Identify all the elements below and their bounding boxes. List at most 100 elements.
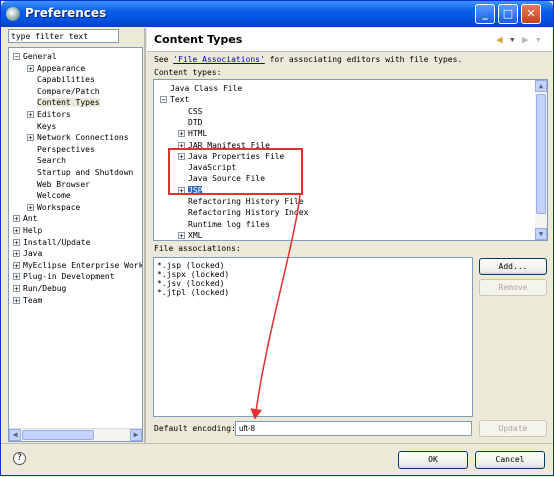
scroll-up-icon[interactable]: ▲: [535, 80, 547, 92]
filter-input[interactable]: [8, 29, 119, 43]
expand-toggle-icon[interactable]: +: [27, 64, 34, 72]
remove-button[interactable]: Remove: [479, 279, 547, 296]
nav-tree-item[interactable]: + MyEclipse Enterprise Work: [13, 260, 143, 271]
cancel-button[interactable]: Cancel: [475, 451, 545, 469]
content-types-tree: Java Class File − Text CSS DTD + HTML + JAR Mani…: [153, 79, 548, 241]
help-icon[interactable]: ?: [13, 452, 26, 465]
nav-tree-item[interactable]: Startup and Shutdown: [27, 167, 133, 178]
nav-tree-item[interactable]: + Team: [13, 295, 42, 306]
content-type-item[interactable]: − Text: [160, 94, 189, 105]
content-type-item[interactable]: JavaScript: [178, 162, 236, 173]
forward-icon[interactable]: ▶: [522, 33, 529, 46]
content-types-label: Content types:: [154, 68, 222, 77]
expand-toggle-icon[interactable]: +: [13, 261, 20, 269]
expand-toggle-icon[interactable]: +: [13, 273, 20, 281]
expand-toggle-icon[interactable]: +: [13, 238, 20, 246]
preferences-window: Preferences _ □ ✕ −General+AppearanceCap…: [0, 0, 554, 476]
maximize-button[interactable]: □: [498, 4, 518, 24]
nav-tree-item[interactable]: Welcome: [27, 190, 71, 201]
nav-tree-item[interactable]: Keys: [27, 121, 56, 132]
content-type-item[interactable]: Java Class File: [160, 83, 242, 94]
list-item[interactable]: *.jsp (locked): [157, 261, 224, 270]
content-type-item[interactable]: CSS: [178, 106, 202, 117]
expand-toggle-icon[interactable]: −: [160, 96, 167, 104]
back-menu-icon[interactable]: ▾: [509, 33, 516, 46]
content-type-item[interactable]: Java Source File: [178, 173, 265, 184]
minimize-button[interactable]: _: [475, 4, 495, 24]
content-type-label: Refactoring History File: [188, 197, 304, 206]
nav-tree-item[interactable]: + Appearance: [27, 63, 85, 74]
content-type-item[interactable]: + JSP: [178, 185, 203, 196]
list-item[interactable]: *.jspx (locked): [157, 270, 229, 279]
expand-toggle-icon[interactable]: +: [178, 141, 185, 149]
nav-tree-item[interactable]: Search: [27, 155, 66, 166]
nav-tree-label: Ant: [23, 214, 38, 224]
file-associations-list: *.jsp (locked) *.jspx (locked) *.jsv (lo…: [153, 257, 473, 417]
nav-tree-item[interactable]: + Run/Debug: [13, 283, 66, 294]
expand-toggle-icon[interactable]: +: [13, 250, 20, 258]
close-button[interactable]: ✕: [521, 4, 541, 24]
scroll-right-icon[interactable]: ▶: [130, 429, 142, 441]
title-bar[interactable]: Preferences _ □ ✕: [1, 1, 553, 27]
expand-toggle-icon[interactable]: +: [13, 296, 20, 304]
nav-tree-item[interactable]: + Workspace: [27, 202, 80, 213]
nav-tree-item[interactable]: Perspectives: [27, 144, 95, 155]
content-types-scrollbar[interactable]: ▲ ▼: [535, 80, 547, 240]
expand-toggle-icon[interactable]: +: [178, 231, 185, 239]
content-type-item[interactable]: DTD: [178, 117, 202, 128]
default-encoding-field[interactable]: [235, 421, 472, 436]
nav-tree-item[interactable]: + Editors: [27, 109, 71, 120]
content-type-item[interactable]: + JAR Manifest File: [178, 140, 270, 151]
nav-tree-item[interactable]: + Install/Update: [13, 237, 90, 248]
ok-button[interactable]: OK: [398, 451, 468, 469]
content-type-item[interactable]: + Java Properties File: [178, 151, 284, 162]
list-item[interactable]: *.jsv (locked): [157, 279, 224, 288]
scroll-thumb[interactable]: [536, 94, 546, 214]
nav-tree-item[interactable]: + Network Connections: [27, 132, 129, 143]
nav-tree-item[interactable]: Capabilities: [27, 74, 95, 85]
nav-tree-item[interactable]: + Java: [13, 248, 42, 259]
nav-tree-item[interactable]: + Ant: [13, 213, 37, 224]
expand-toggle-icon[interactable]: +: [13, 285, 20, 293]
add-button[interactable]: Add...: [479, 258, 547, 275]
nav-tree-label: Web Browser: [37, 179, 90, 189]
content-type-item[interactable]: Runtime log files: [178, 219, 270, 230]
expand-toggle-icon[interactable]: +: [178, 130, 185, 138]
expand-toggle-icon[interactable]: +: [178, 186, 185, 194]
content-type-item[interactable]: Refactoring History File: [178, 196, 304, 207]
update-button[interactable]: Update: [479, 420, 547, 437]
expand-toggle-icon[interactable]: +: [178, 152, 185, 160]
content-type-label: Java Source File: [188, 174, 266, 184]
expand-toggle-icon[interactable]: −: [13, 53, 20, 61]
content-type-item[interactable]: Refactoring History Index: [178, 207, 308, 218]
nav-tree-item[interactable]: + Plug-in Development: [13, 271, 115, 282]
expand-toggle-icon[interactable]: +: [13, 215, 20, 223]
file-associations-link[interactable]: 'File Associations': [173, 55, 265, 64]
page-header: Content Types ◀ ▾ ▶ ▾: [147, 28, 552, 52]
nav-tree-item[interactable]: Content Types: [27, 97, 100, 108]
list-item[interactable]: *.jtpl (locked): [157, 288, 229, 297]
expand-toggle-icon[interactable]: +: [27, 134, 34, 142]
nav-tree-item[interactable]: Compare/Patch: [27, 86, 100, 97]
forward-menu-icon[interactable]: ▾: [535, 33, 542, 46]
nav-tree-item[interactable]: + Help: [13, 225, 42, 236]
nav-tree-item[interactable]: − General: [13, 51, 57, 62]
back-icon[interactable]: ◀: [496, 33, 503, 46]
nav-tree-label: Content Types: [37, 98, 100, 108]
nav-tree-label: MyEclipse Enterprise Work: [23, 260, 143, 270]
scroll-left-icon[interactable]: ◀: [9, 429, 21, 441]
expand-toggle-icon[interactable]: +: [13, 227, 20, 235]
nav-tree-label: Perspectives: [37, 144, 95, 154]
expand-toggle-icon[interactable]: +: [27, 203, 34, 211]
content-type-item[interactable]: + XML: [178, 230, 202, 240]
scroll-down-icon[interactable]: ▼: [535, 228, 547, 240]
splitter[interactable]: [144, 28, 146, 443]
nav-tree-item[interactable]: Web Browser: [27, 179, 90, 190]
expand-toggle-icon[interactable]: +: [27, 111, 34, 119]
scroll-thumb[interactable]: [22, 430, 94, 440]
content-type-item[interactable]: + HTML: [178, 128, 207, 139]
nav-horizontal-scrollbar[interactable]: ◀ ▶: [9, 428, 142, 441]
